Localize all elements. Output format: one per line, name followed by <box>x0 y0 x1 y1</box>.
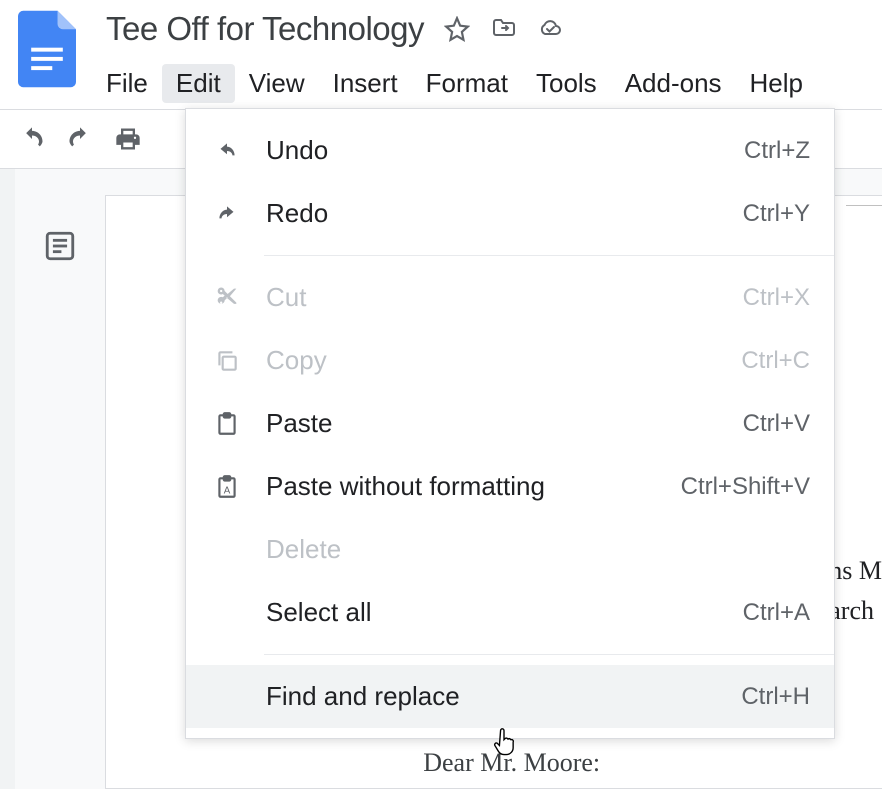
dropdown-separator <box>264 654 834 655</box>
star-icon[interactable] <box>444 16 470 42</box>
dropdown-shortcut: Ctrl+H <box>741 683 810 711</box>
dropdown-shortcut: Ctrl+X <box>743 284 810 312</box>
menu-help[interactable]: Help <box>736 64 817 103</box>
dropdown-separator <box>264 255 834 256</box>
dropdown-copy: Copy Ctrl+C <box>186 329 834 392</box>
outline-icon[interactable] <box>43 229 77 263</box>
docs-logo[interactable] <box>18 10 76 88</box>
paste-plain-icon: A <box>210 472 244 502</box>
menu-edit[interactable]: Edit <box>162 64 235 103</box>
dropdown-label: Redo <box>266 198 743 229</box>
dropdown-label: Undo <box>266 135 744 166</box>
dropdown-paste[interactable]: Paste Ctrl+V <box>186 392 834 455</box>
menu-format[interactable]: Format <box>412 64 522 103</box>
paste-icon <box>210 409 244 439</box>
document-text-fragment: ns M arch <box>829 556 882 636</box>
menu-file[interactable]: File <box>106 64 162 103</box>
copy-icon <box>210 346 244 376</box>
svg-text:A: A <box>224 485 231 496</box>
print-icon[interactable] <box>114 125 142 153</box>
dropdown-shortcut: Ctrl+C <box>741 347 810 375</box>
cut-icon <box>210 283 244 313</box>
dropdown-delete: Delete <box>186 518 834 581</box>
dropdown-find-and-replace[interactable]: Find and replace Ctrl+H <box>186 665 834 728</box>
menu-addons[interactable]: Add-ons <box>611 64 736 103</box>
menu-tools[interactable]: Tools <box>522 64 611 103</box>
blank-icon <box>210 682 244 712</box>
dropdown-redo[interactable]: Redo Ctrl+Y <box>186 182 834 245</box>
undo-icon[interactable] <box>18 125 46 153</box>
dropdown-shortcut: Ctrl+V <box>743 410 810 438</box>
dropdown-label: Cut <box>266 282 743 313</box>
cloud-icon[interactable] <box>536 16 562 42</box>
left-gutter <box>0 169 15 789</box>
menu-view[interactable]: View <box>235 64 319 103</box>
dropdown-label: Paste without formatting <box>266 471 681 502</box>
dropdown-label: Find and replace <box>266 681 741 712</box>
dropdown-shortcut: Ctrl+Y <box>743 200 810 228</box>
dropdown-shortcut: Ctrl+Shift+V <box>681 473 810 501</box>
dropdown-shortcut: Ctrl+A <box>743 599 810 627</box>
dropdown-undo[interactable]: Undo Ctrl+Z <box>186 119 834 182</box>
dropdown-label: Paste <box>266 408 743 439</box>
dropdown-shortcut: Ctrl+Z <box>744 137 810 165</box>
cursor-pointer-icon <box>490 726 518 758</box>
undo-icon <box>210 136 244 166</box>
dropdown-label: Select all <box>266 597 743 628</box>
redo-icon <box>210 199 244 229</box>
blank-icon <box>210 598 244 628</box>
ruler-edge <box>846 186 882 206</box>
redo-icon[interactable] <box>66 125 94 153</box>
blank-icon <box>210 535 244 565</box>
dropdown-select-all[interactable]: Select all Ctrl+A <box>186 581 834 644</box>
move-icon[interactable] <box>490 16 516 42</box>
dropdown-label: Copy <box>266 345 741 376</box>
dropdown-label: Delete <box>266 534 810 565</box>
menu-insert[interactable]: Insert <box>319 64 412 103</box>
edit-dropdown: Undo Ctrl+Z Redo Ctrl+Y Cut Ctrl+X Copy … <box>185 108 835 739</box>
dropdown-paste-without-formatting[interactable]: A Paste without formatting Ctrl+Shift+V <box>186 455 834 518</box>
dropdown-cut: Cut Ctrl+X <box>186 266 834 329</box>
menu-bar: File Edit View Insert Format Tools Add-o… <box>106 64 882 103</box>
document-title[interactable]: Tee Off for Technology <box>106 10 424 48</box>
